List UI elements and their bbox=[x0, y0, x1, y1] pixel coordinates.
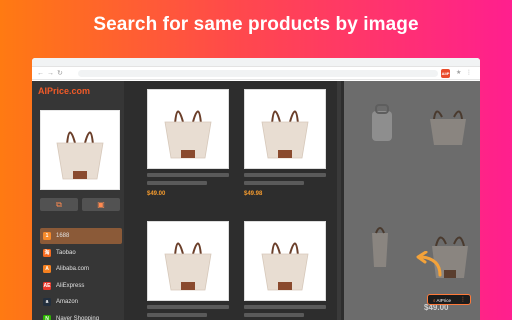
menu-icon[interactable]: ⋮ bbox=[466, 69, 472, 78]
source-label: AliExpress bbox=[56, 282, 85, 289]
crop-button[interactable]: ⧉ bbox=[40, 198, 78, 211]
aiprice-extension-icon[interactable]: AliP bbox=[441, 69, 450, 78]
source-logo-icon: a bbox=[43, 298, 51, 306]
back-icon[interactable]: ← bbox=[37, 69, 44, 78]
page-viewport: $49.00 ⌕ AIPrice ⋮ AIPrice.com ⧉ ▣ 1 168… bbox=[32, 81, 480, 320]
result-subtitle-placeholder bbox=[244, 313, 304, 317]
reload-icon[interactable]: ↻ bbox=[57, 69, 63, 78]
source-item[interactable]: A Alibaba.com bbox=[40, 261, 122, 277]
browser-toolbar: ← → ↻ AliP ★ ⋮ bbox=[32, 67, 480, 80]
image-upload-button[interactable]: ▣ bbox=[82, 198, 120, 211]
aiprice-panel: AIPrice.com ⧉ ▣ 1 1688 淘 Taobao A Alibaba.com… bbox=[32, 81, 344, 320]
background-product-1 bbox=[370, 101, 394, 151]
result-title-placeholder bbox=[147, 305, 229, 309]
source-logo-icon: N bbox=[43, 314, 51, 320]
source-label: 1688 bbox=[56, 233, 70, 239]
source-logo-icon: AE bbox=[43, 281, 51, 290]
background-product-2 bbox=[420, 101, 476, 151]
result-card[interactable] bbox=[147, 221, 229, 320]
crop-icon: ⧉ bbox=[56, 200, 62, 209]
result-subtitle-placeholder bbox=[244, 181, 304, 185]
source-item[interactable]: a Amazon bbox=[40, 294, 122, 310]
forward-icon[interactable]: → bbox=[47, 69, 54, 78]
result-card[interactable]: $49.00 bbox=[147, 89, 229, 197]
source-item[interactable]: 1 1688 bbox=[40, 228, 122, 244]
result-image[interactable] bbox=[244, 221, 326, 301]
source-logo-icon: 淘 bbox=[43, 248, 51, 257]
aiprice-button-label: AIPrice bbox=[436, 298, 452, 303]
result-subtitle-placeholder bbox=[147, 313, 207, 317]
image-icon: ▣ bbox=[97, 200, 105, 209]
result-card[interactable] bbox=[244, 221, 326, 320]
source-label: Amazon bbox=[56, 299, 79, 305]
background-product-3 bbox=[366, 221, 390, 277]
aiprice-search-button[interactable]: ⌕ AIPrice ⋮ bbox=[427, 294, 471, 305]
browser-window: ← → ↻ AliP ★ ⋮ $49.00 ⌕ AIPrice ⋮ AIPric… bbox=[32, 58, 480, 320]
panel-scrollbar[interactable] bbox=[337, 81, 341, 320]
panel-sidebar: AIPrice.com ⧉ ▣ 1 1688 淘 Taobao A Alibaba.com… bbox=[32, 81, 124, 320]
arrow-icon bbox=[416, 251, 442, 277]
source-label: Naver Shopping bbox=[56, 315, 100, 320]
tote-bag-image bbox=[56, 131, 104, 180]
source-logo-icon: 1 bbox=[43, 232, 51, 240]
tab-bar bbox=[32, 58, 480, 67]
more-icon[interactable]: ⋮ bbox=[460, 295, 466, 306]
result-title-placeholder bbox=[244, 305, 326, 309]
source-label: Alibaba.com bbox=[56, 266, 90, 272]
source-label: Taobao bbox=[56, 249, 76, 256]
result-price: $49.98 bbox=[244, 191, 263, 197]
panel-logo[interactable]: AIPrice.com bbox=[38, 86, 90, 96]
bookmark-icon[interactable]: ★ bbox=[456, 69, 461, 78]
result-card[interactable]: $49.98 bbox=[244, 89, 326, 197]
source-list: 1 1688 淘 Taobao A Alibaba.com AE AliExpress a Ama… bbox=[40, 228, 122, 320]
result-image[interactable] bbox=[147, 221, 229, 301]
source-item[interactable]: 淘 Taobao bbox=[40, 245, 122, 261]
headline: Search for same products by image bbox=[93, 14, 419, 35]
result-image[interactable] bbox=[147, 89, 229, 169]
result-image[interactable] bbox=[244, 89, 326, 169]
result-price: $49.00 bbox=[147, 191, 166, 197]
source-logo-icon: A bbox=[43, 265, 51, 273]
source-item[interactable]: N Naver Shopping bbox=[40, 311, 122, 320]
result-subtitle-placeholder bbox=[147, 181, 207, 185]
result-title-placeholder bbox=[244, 173, 326, 177]
source-item[interactable]: AE AliExpress bbox=[40, 278, 122, 294]
result-title-placeholder bbox=[147, 173, 229, 177]
address-bar[interactable] bbox=[78, 70, 438, 77]
query-image bbox=[40, 110, 120, 190]
